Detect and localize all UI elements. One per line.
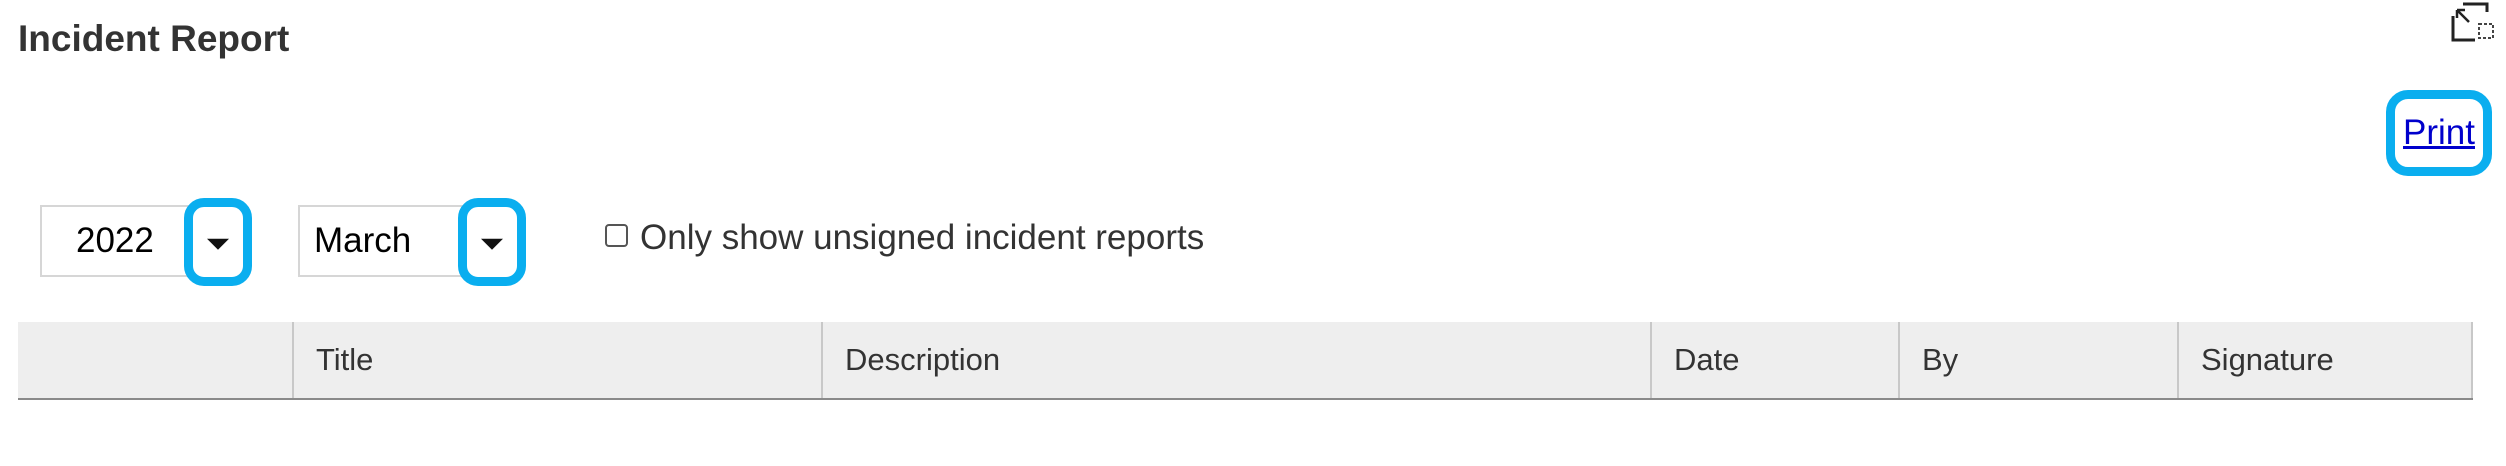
expand-icon[interactable]	[2447, 0, 2497, 44]
column-header-select	[18, 322, 292, 398]
column-header-signature[interactable]: Signature	[2177, 322, 2473, 398]
print-link[interactable]: Print	[2403, 113, 2475, 153]
column-header-description[interactable]: Description	[821, 322, 1650, 398]
column-header-by[interactable]: By	[1898, 322, 2177, 398]
year-select-value: 2022	[76, 221, 154, 260]
page-title: Incident Report	[18, 18, 290, 59]
table-header: Title Description Date By Signature	[18, 322, 2473, 400]
column-header-title[interactable]: Title	[292, 322, 821, 398]
unsigned-only-label: Only show unsigned incident reports	[640, 218, 1205, 257]
month-select-value: March	[314, 221, 412, 260]
caret-down-icon	[207, 238, 229, 250]
print-button-highlight: Print	[2386, 90, 2492, 176]
caret-down-icon	[481, 238, 503, 250]
month-dropdown-button[interactable]	[458, 198, 526, 286]
column-header-date[interactable]: Date	[1650, 322, 1898, 398]
year-dropdown-button[interactable]	[184, 198, 252, 286]
unsigned-only-checkbox[interactable]	[605, 224, 628, 247]
